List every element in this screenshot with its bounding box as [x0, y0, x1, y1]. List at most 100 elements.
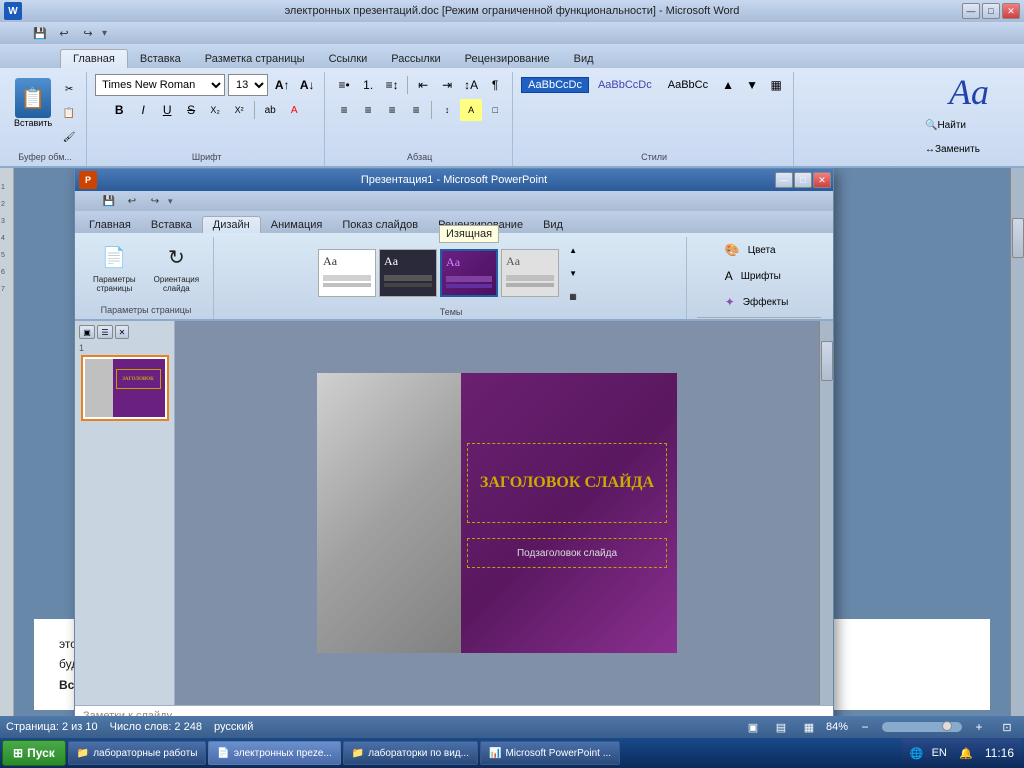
tray-notification[interactable]: 🔔: [955, 742, 977, 764]
ppt-page-setup-btn[interactable]: 📄 Параметры страницы: [87, 239, 142, 295]
taskbar-item-1[interactable]: 📄 электронных прeze...: [208, 741, 340, 765]
font-name-select[interactable]: Times New Roman: [95, 74, 225, 96]
ppt-tab-slideshow[interactable]: Показ слайдов: [332, 217, 428, 233]
word-maximize-btn[interactable]: □: [982, 3, 1000, 19]
styles-scroll-up[interactable]: ▲: [717, 74, 739, 96]
word-save-btn[interactable]: 💾: [30, 24, 50, 42]
word-view-web[interactable]: ▤: [770, 716, 792, 738]
word-tab-insert[interactable]: Вставка: [128, 50, 193, 68]
italic-btn[interactable]: I: [132, 99, 154, 121]
style-normal[interactable]: AaBbCc: [661, 77, 715, 93]
slide-subtitle-box[interactable]: Подзаголовок слайда: [467, 538, 667, 568]
panel-close-btn[interactable]: ✕: [115, 325, 129, 339]
word-zoom-in[interactable]: +: [968, 716, 990, 738]
panel-list-btn[interactable]: ☰: [97, 325, 113, 339]
numbering-btn[interactable]: 1.: [357, 74, 379, 96]
theme-thumb-1[interactable]: Aa: [318, 249, 376, 297]
ppt-close-btn[interactable]: ✕: [813, 172, 831, 188]
align-center-btn[interactable]: ≡: [357, 99, 379, 121]
align-right-btn[interactable]: ≡: [381, 99, 403, 121]
ppt-save-btn[interactable]: 💾: [99, 192, 119, 210]
word-undo-btn[interactable]: ↩: [54, 24, 74, 42]
ppt-tab-home[interactable]: Главная: [79, 217, 141, 233]
word-tab-refs[interactable]: Ссылки: [317, 50, 380, 68]
effects-btn[interactable]: Эффекты: [738, 291, 793, 313]
replace-btn[interactable]: ↔ Заменить: [924, 138, 1014, 160]
ppt-tab-review[interactable]: Рецензирование: [428, 217, 533, 233]
theme-thumb-2[interactable]: Aa: [379, 249, 437, 297]
subscript-btn[interactable]: X₂: [204, 99, 226, 121]
strikethrough-btn[interactable]: S: [180, 99, 202, 121]
styles-expand[interactable]: ▦: [765, 74, 787, 96]
ppt-maximize-btn[interactable]: □: [794, 172, 812, 188]
colors-btn[interactable]: Цвета: [743, 239, 781, 261]
word-tab-mailings[interactable]: Рассылки: [379, 50, 452, 68]
ppt-orientation-btn[interactable]: ↻ Ориентация слайда: [148, 239, 205, 295]
style-heading1[interactable]: AaBbCcDc: [521, 77, 589, 93]
word-scrollbar[interactable]: [1010, 168, 1024, 716]
style-heading2[interactable]: AaBbCcDc: [591, 77, 659, 93]
justify-btn[interactable]: ≡: [405, 99, 427, 121]
word-view-print[interactable]: ▣: [742, 716, 764, 738]
start-button[interactable]: ⊞ Пуск: [2, 740, 66, 766]
word-tab-home[interactable]: Главная: [60, 49, 128, 68]
word-tab-layout[interactable]: Разметка страницы: [193, 50, 317, 68]
decrease-indent-btn[interactable]: ⇤: [412, 74, 434, 96]
ppt-tab-view[interactable]: Вид: [533, 217, 573, 233]
ppt-tab-animation[interactable]: Анимация: [261, 217, 333, 233]
show-marks-btn[interactable]: ¶: [484, 74, 506, 96]
ppt-notes[interactable]: Заметки к слайду: [75, 705, 833, 716]
taskbar-item-3[interactable]: 📊 Microsoft PowerPoint ...: [480, 741, 620, 765]
border-btn[interactable]: □: [484, 99, 506, 121]
themes-expand[interactable]: ▦: [562, 285, 584, 307]
panel-toggle-btn[interactable]: ▣: [79, 325, 95, 339]
theme-thumb-3[interactable]: Aa Изящная: [440, 249, 498, 297]
font-size-select[interactable]: 13: [228, 74, 268, 96]
cut-btn[interactable]: ✂: [58, 78, 80, 100]
ppt-edit-area[interactable]: ЗАГОЛОВОК СЛАЙДА Подзаголовок слайда: [175, 321, 819, 705]
underline-btn[interactable]: U: [156, 99, 178, 121]
bold-btn[interactable]: B: [108, 99, 130, 121]
shading-btn[interactable]: A: [460, 99, 482, 121]
copy-btn[interactable]: 📋: [58, 102, 80, 124]
grow-font-btn[interactable]: A↑: [271, 74, 293, 96]
word-view-read[interactable]: ▦: [798, 716, 820, 738]
align-left-btn[interactable]: ≡: [333, 99, 355, 121]
theme-thumb-4[interactable]: Aa: [501, 249, 559, 297]
slide-thumbnail[interactable]: ЗАГОЛОВОК: [81, 355, 169, 421]
word-zoom-out[interactable]: −: [854, 716, 876, 738]
ppt-minimize-btn[interactable]: —: [775, 172, 793, 188]
line-spacing-btn[interactable]: ↕: [436, 99, 458, 121]
themes-scroll-up[interactable]: ▲: [562, 239, 584, 261]
find-btn[interactable]: 🔍 Найти: [924, 114, 1014, 136]
ppt-redo-btn[interactable]: ↪: [145, 192, 165, 210]
taskbar-item-0[interactable]: 📁 лабораторные работы: [68, 741, 207, 765]
word-tab-review[interactable]: Рецензирование: [453, 50, 562, 68]
font-color-btn[interactable]: A: [283, 99, 305, 121]
word-minimize-btn[interactable]: —: [962, 3, 980, 19]
taskbar-item-2[interactable]: 📁 лабораторки по вид...: [343, 741, 478, 765]
styles-scroll-dn[interactable]: ▼: [741, 74, 763, 96]
bullets-btn[interactable]: ≡•: [333, 74, 355, 96]
word-redo-btn[interactable]: ↪: [78, 24, 98, 42]
superscript-btn[interactable]: X²: [228, 99, 250, 121]
shrink-font-btn[interactable]: A↓: [296, 74, 318, 96]
sort-btn[interactable]: ↕A: [460, 74, 482, 96]
ppt-scrollbar[interactable]: [819, 321, 833, 705]
word-scroll-thumb[interactable]: [1012, 218, 1024, 258]
ppt-tab-design[interactable]: Дизайн: [202, 216, 261, 233]
slide-title-box[interactable]: ЗАГОЛОВОК СЛАЙДА: [467, 443, 667, 523]
word-tab-view[interactable]: Вид: [562, 50, 606, 68]
multi-level-btn[interactable]: ≡↕: [381, 74, 403, 96]
ppt-tab-insert[interactable]: Вставка: [141, 217, 202, 233]
scroll-thumb[interactable]: [821, 341, 833, 381]
ppt-undo-btn[interactable]: ↩: [122, 192, 142, 210]
increase-indent-btn[interactable]: ⇥: [436, 74, 458, 96]
word-fit-btn[interactable]: ⊡: [996, 716, 1018, 738]
fonts-btn[interactable]: Шрифты: [736, 265, 786, 287]
word-zoom-slider[interactable]: [882, 722, 962, 732]
highlight-btn[interactable]: ab: [259, 99, 281, 121]
word-paste-btn[interactable]: 📋 Вставить: [10, 74, 56, 132]
themes-scroll-dn[interactable]: ▼: [562, 262, 584, 284]
format-painter-btn[interactable]: 🖌: [58, 126, 80, 148]
